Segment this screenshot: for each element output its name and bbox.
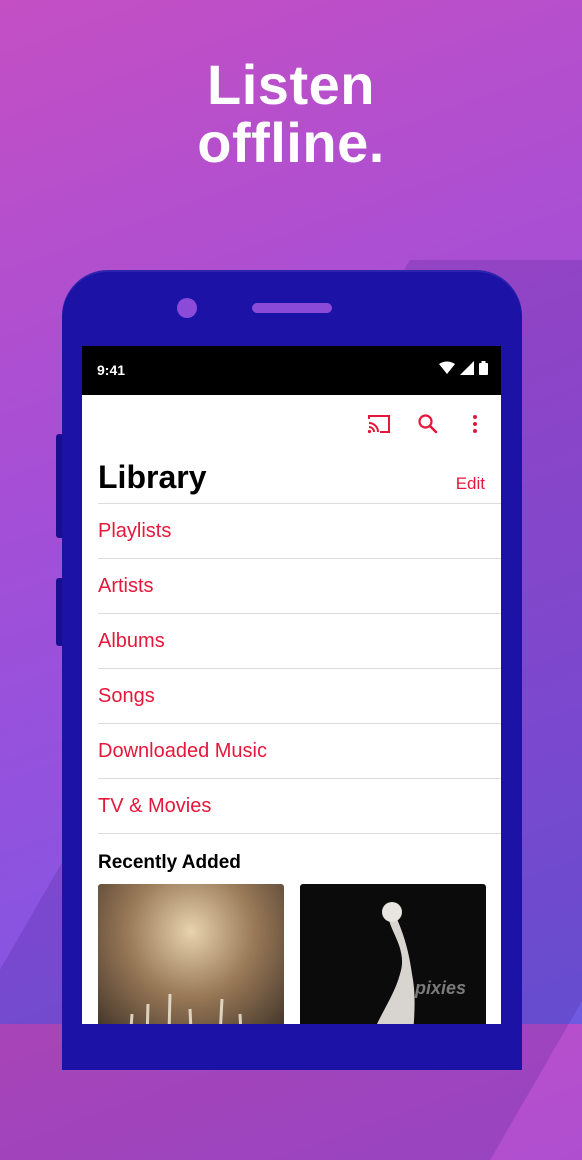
wifi-icon <box>439 361 455 374</box>
edit-button[interactable]: Edit <box>456 474 485 494</box>
recently-added-albums: pixies <box>82 884 501 1024</box>
headline-line-2: offline. <box>197 111 385 174</box>
library-item-artists[interactable]: Artists <box>98 559 501 614</box>
library-item-label: Songs <box>98 684 155 707</box>
library-item-label: Albums <box>98 629 165 652</box>
album-art-2-brand-text: pixies <box>414 978 466 998</box>
phone-screen: 9:41 Library Edit Playlists Artists Albu… <box>82 346 501 1024</box>
library-item-albums[interactable]: Albums <box>98 614 501 669</box>
status-bar: 9:41 <box>82 346 501 395</box>
library-item-label: Playlists <box>98 519 172 542</box>
album-art-2[interactable]: pixies <box>300 884 486 1024</box>
cast-icon[interactable] <box>366 411 392 437</box>
toolbar <box>82 395 501 451</box>
library-item-songs[interactable]: Songs <box>98 669 501 724</box>
phone-speaker <box>252 303 332 313</box>
library-item-tv-movies[interactable]: TV & Movies <box>98 779 501 834</box>
phone-camera <box>177 298 197 318</box>
library-item-label: TV & Movies <box>98 794 212 817</box>
search-icon[interactable] <box>415 411 441 437</box>
album-art-1[interactable] <box>98 884 284 1024</box>
album-art-2-image: pixies <box>300 884 486 1024</box>
more-vert-icon[interactable] <box>462 411 488 437</box>
promo-headline: Listen offline. <box>0 56 582 172</box>
signal-icon <box>460 361 474 375</box>
battery-icon <box>479 361 488 375</box>
status-time: 9:41 <box>97 362 126 378</box>
page-title: Library <box>98 459 207 495</box>
library-item-label: Artists <box>98 574 154 597</box>
recently-added-title: Recently Added <box>98 852 241 873</box>
status-icons <box>439 361 488 375</box>
headline-line-1: Listen <box>207 53 375 116</box>
library-header: Library Edit <box>98 451 501 504</box>
album-art-1-image <box>98 884 284 1024</box>
library-item-label: Downloaded Music <box>98 739 267 762</box>
library-item-playlists[interactable]: Playlists <box>98 504 501 559</box>
library-item-downloaded-music[interactable]: Downloaded Music <box>98 724 501 779</box>
